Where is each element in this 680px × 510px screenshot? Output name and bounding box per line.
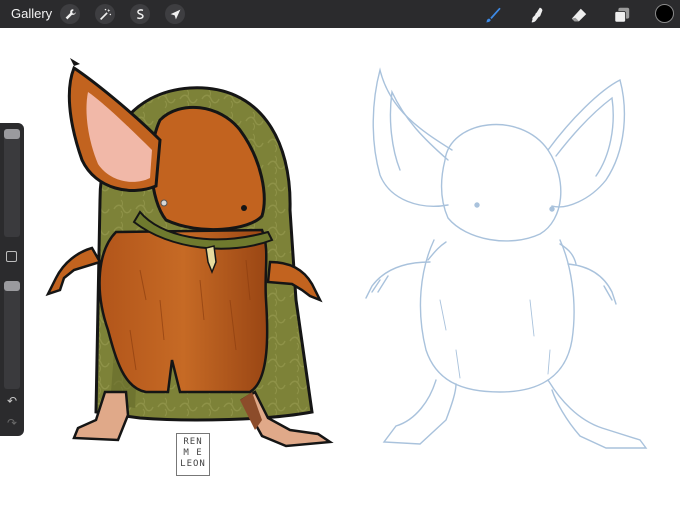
- undo-icon: ↶: [6, 394, 18, 408]
- left-sidebar: ↶ ↷: [0, 123, 24, 436]
- redo-icon: ↷: [6, 416, 18, 430]
- selection-icon: [136, 8, 144, 19]
- gallery-button[interactable]: Gallery: [11, 6, 52, 21]
- eraser-icon: [571, 8, 587, 22]
- colored-mouse-artwork: [45, 58, 334, 448]
- layers-icon: [614, 7, 630, 23]
- transform-button[interactable]: [165, 4, 185, 24]
- sketch-mouse-artwork: [365, 67, 648, 449]
- magic-wand-icon: [99, 8, 111, 20]
- artist-signature: REN M E LEON: [176, 433, 210, 476]
- modify-button[interactable]: [6, 251, 17, 262]
- brush-tool-button[interactable]: [482, 4, 504, 26]
- drawing-canvas[interactable]: [0, 28, 680, 510]
- eraser-tool-button[interactable]: [568, 4, 590, 26]
- color-picker-button[interactable]: [655, 4, 674, 23]
- brush-size-slider-thumb[interactable]: [4, 129, 20, 139]
- brush-icon: [485, 7, 501, 23]
- undo-button[interactable]: ↶: [3, 393, 21, 409]
- top-toolbar: Gallery: [0, 0, 680, 28]
- smudge-icon: [531, 7, 543, 23]
- adjustments-button[interactable]: [95, 4, 115, 24]
- brush-size-slider[interactable]: [4, 129, 20, 237]
- actions-button[interactable]: [60, 4, 80, 24]
- layers-button[interactable]: [611, 4, 633, 26]
- wrench-icon: [65, 8, 76, 19]
- opacity-slider-thumb[interactable]: [4, 281, 20, 291]
- selection-button[interactable]: [130, 4, 150, 24]
- smudge-tool-button[interactable]: [526, 4, 548, 26]
- transform-arrow-icon: [170, 9, 180, 19]
- redo-button[interactable]: ↷: [3, 415, 21, 431]
- opacity-slider[interactable]: [4, 281, 20, 389]
